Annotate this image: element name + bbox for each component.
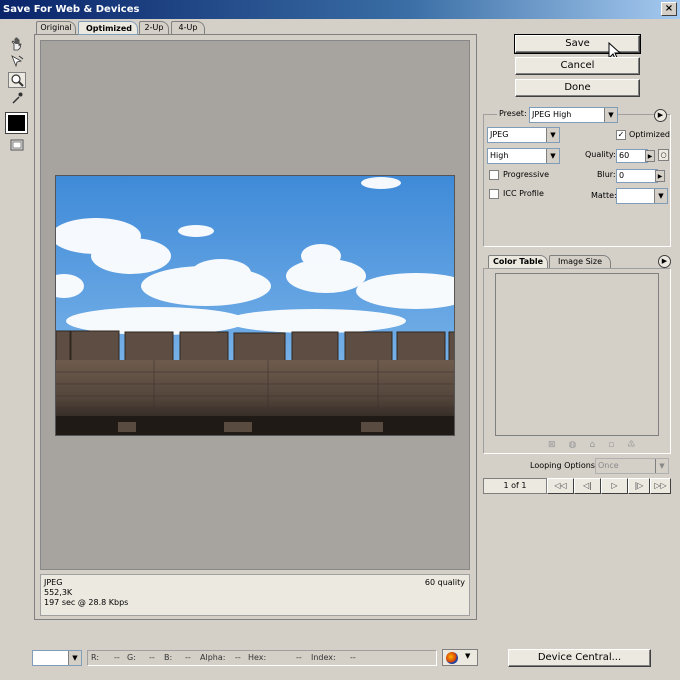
- hex-value: --: [296, 653, 302, 662]
- preset-label: Preset:: [497, 108, 529, 120]
- device-central-button[interactable]: Device Central...: [508, 649, 651, 667]
- color-table-grid[interactable]: [495, 273, 659, 436]
- tab-color-table[interactable]: Color Table: [488, 255, 548, 268]
- new-color-icon[interactable]: ▫: [608, 440, 627, 450]
- alpha-label: Alpha:: [200, 653, 226, 662]
- close-icon[interactable]: ×: [661, 2, 677, 16]
- play-icon[interactable]: ▷: [601, 478, 628, 494]
- slice-select-tool-icon[interactable]: [8, 54, 26, 70]
- previous-frame-icon[interactable]: ◁|: [574, 478, 601, 494]
- tab-optimized[interactable]: Optimized: [78, 21, 138, 35]
- info-format: JPEG: [44, 578, 63, 587]
- matte-label: Matte:: [591, 191, 617, 200]
- chevron-down-icon: ▼: [546, 149, 559, 163]
- chevron-down-icon: ▼: [68, 651, 81, 665]
- progressive-checkbox[interactable]: [489, 170, 499, 180]
- preview-in-browser-button[interactable]: ▼: [442, 649, 478, 666]
- chevron-down-icon: ▼: [655, 459, 668, 473]
- looping-options-value: Once: [598, 461, 619, 470]
- quality-slider-arrow-icon[interactable]: ▶: [645, 150, 655, 162]
- optimize-menu-icon[interactable]: ▶: [654, 109, 667, 122]
- chevron-down-icon: ▼: [654, 189, 667, 203]
- browser-icon: [446, 652, 458, 664]
- trash-icon[interactable]: ♳: [627, 440, 648, 450]
- last-frame-icon[interactable]: ▷▷: [650, 478, 671, 494]
- blur-slider-arrow-icon[interactable]: ▶: [655, 170, 665, 182]
- r-value: --: [114, 653, 120, 662]
- done-button[interactable]: Done: [515, 79, 640, 97]
- save-for-web-dialog: Save For Web & Devices × Original Optimi…: [0, 0, 680, 680]
- preset-select[interactable]: JPEG High ▼: [529, 107, 618, 123]
- next-frame-icon[interactable]: |▷: [628, 478, 650, 494]
- hand-tool-icon[interactable]: [8, 37, 26, 53]
- color-table-menu-icon[interactable]: ▶: [658, 255, 671, 268]
- info-file-size: 552,3K: [44, 588, 73, 597]
- hex-label: Hex:: [248, 653, 267, 662]
- quality-input[interactable]: 60: [616, 149, 648, 163]
- title-bar: Save For Web & Devices ×: [0, 0, 680, 19]
- r-label: R:: [91, 653, 100, 662]
- b-value: --: [185, 653, 191, 662]
- matte-select[interactable]: ▼: [616, 188, 668, 204]
- looping-options-label: Looping Options:: [530, 461, 598, 470]
- castle-wall-photo: [56, 176, 454, 435]
- icc-profile-checkbox[interactable]: [489, 189, 499, 199]
- eyedropper-color-swatch[interactable]: [5, 112, 28, 134]
- compression-quality-select[interactable]: High ▼: [487, 148, 560, 164]
- b-label: B:: [164, 653, 173, 662]
- window-title: Save For Web & Devices: [3, 4, 140, 15]
- tab-original[interactable]: Original: [36, 21, 76, 34]
- web-shift-icon[interactable]: ◍: [569, 440, 590, 450]
- zoom-tool-icon[interactable]: [8, 72, 26, 88]
- looping-options-select[interactable]: Once ▼: [595, 458, 669, 474]
- optimized-info-panel: JPEG 552,3K 197 sec @ 28.8 Kbps 60 quali…: [40, 574, 470, 616]
- icc-profile-label: ICC Profile: [503, 189, 544, 198]
- cancel-button[interactable]: Cancel: [515, 57, 640, 75]
- preset-value: JPEG High: [532, 110, 572, 119]
- tab-2-up[interactable]: 2-Up: [139, 21, 169, 34]
- first-frame-icon[interactable]: ◁◁: [547, 478, 574, 494]
- eyedropper-tool-icon[interactable]: [8, 91, 26, 107]
- blur-input[interactable]: 0: [616, 169, 658, 183]
- map-color-icon[interactable]: ⊠: [548, 440, 569, 450]
- frame-counter: 1 of 1: [483, 478, 547, 494]
- tab-4-up[interactable]: 4-Up: [171, 21, 205, 34]
- color-table-actions: ⊠◍⌂▫♳: [548, 440, 648, 450]
- g-value: --: [149, 653, 155, 662]
- info-quality: 60 quality: [424, 578, 465, 587]
- chevron-down-icon[interactable]: ▼: [465, 652, 470, 660]
- tab-image-size[interactable]: Image Size: [549, 255, 611, 268]
- index-label: Index:: [311, 653, 336, 662]
- compression-quality-value: High: [490, 151, 509, 160]
- optimized-label: Optimized: [629, 130, 670, 139]
- info-download-time: 197 sec @ 28.8 Kbps: [44, 598, 129, 607]
- zoom-level-select[interactable]: ▼: [32, 650, 82, 666]
- chevron-down-icon: ▼: [546, 128, 559, 142]
- lock-color-icon[interactable]: ⌂: [589, 440, 608, 450]
- index-value: --: [350, 653, 356, 662]
- toggle-slices-icon[interactable]: [8, 139, 26, 155]
- file-format-value: JPEG: [490, 130, 509, 139]
- optimized-checkbox[interactable]: ✓: [616, 130, 626, 140]
- g-label: G:: [127, 653, 136, 662]
- file-format-select[interactable]: JPEG ▼: [487, 127, 560, 143]
- quality-label: Quality:: [585, 150, 616, 159]
- progressive-label: Progressive: [503, 170, 550, 179]
- blur-label: Blur:: [597, 170, 616, 179]
- chevron-down-icon: ▼: [604, 108, 617, 122]
- alpha-value: --: [235, 653, 241, 662]
- preview-image[interactable]: [55, 175, 455, 436]
- quality-mask-icon[interactable]: ○: [658, 149, 669, 161]
